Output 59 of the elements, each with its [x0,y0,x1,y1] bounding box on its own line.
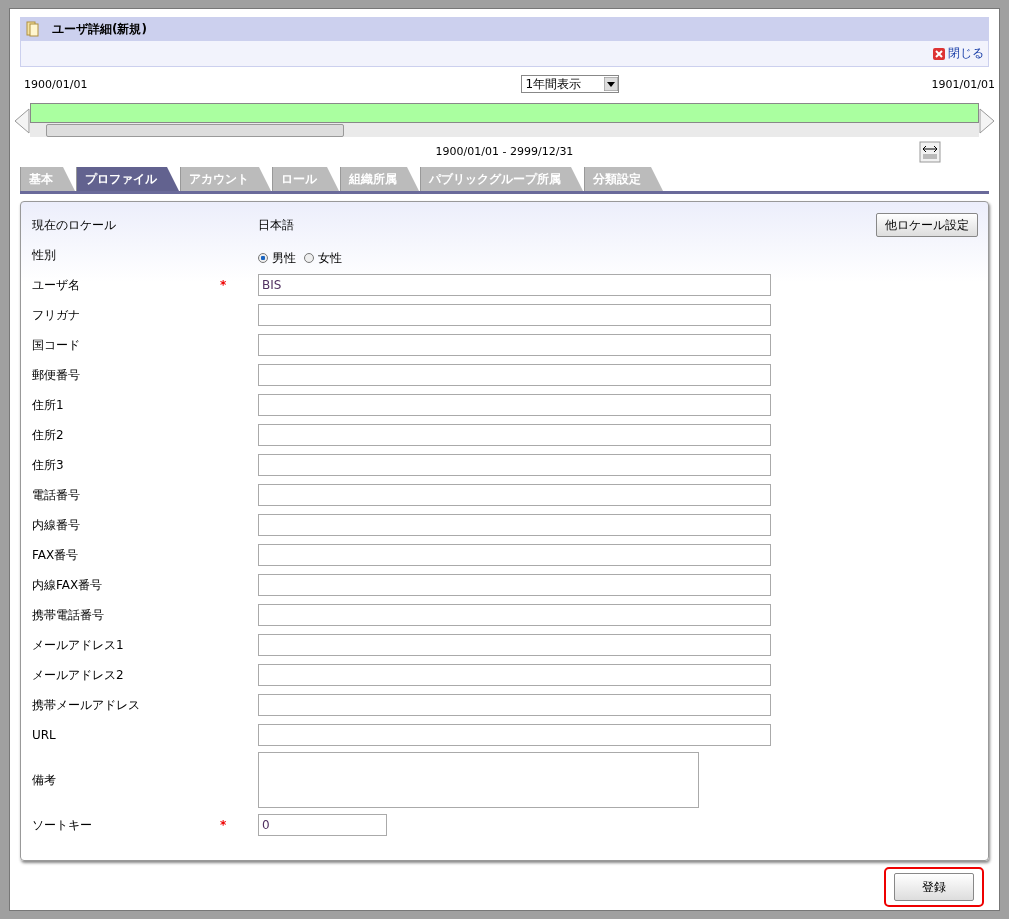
required-mark: * [220,278,227,292]
expand-icon[interactable] [919,141,941,163]
field-label: 備考 [32,771,57,789]
dropdown-arrow-icon[interactable] [603,77,618,91]
textarea-field[interactable] [258,752,699,808]
field-label: 国コード [32,336,81,354]
field-label: 内線番号 [32,516,81,534]
field-label: 携帯電話番号 [32,606,105,624]
register-button[interactable]: 登録 [894,873,974,901]
gender-radio[interactable]: 男性 [258,249,296,267]
input-field[interactable] [258,334,771,356]
start-date: 1900/01/01 [24,77,88,91]
required-mark: * [220,818,227,832]
input-field[interactable] [258,604,771,626]
input-field[interactable] [258,364,771,386]
field-label: 住所2 [32,426,65,444]
input-field[interactable] [258,484,771,506]
other-locale-button[interactable]: 他ロケール設定 [876,213,978,237]
field-label: URL [32,728,57,742]
input-field[interactable] [258,664,771,686]
gender-radio[interactable]: 女性 [304,249,342,267]
field-label: 住所3 [32,456,65,474]
close-link[interactable]: 閉じる [933,45,984,62]
input-field[interactable] [258,574,771,596]
field-label: 携帯メールアドレス [32,696,141,714]
field-label: 電話番号 [32,486,81,504]
input-field[interactable] [258,724,771,746]
field-label: メールアドレス2 [32,666,125,684]
range-dropdown[interactable]: 1年間表示 [520,75,619,93]
close-icon[interactable] [933,47,945,60]
input-field[interactable]: 0 [258,814,387,836]
end-date: 1901/01/01 [931,77,995,91]
scrollbar[interactable] [30,123,979,137]
field-label: 内線FAX番号 [32,576,104,594]
field-label: 住所1 [32,396,65,414]
field-label: ユーザ名 [32,276,81,294]
field-label: FAX番号 [32,546,80,564]
right-arrow-icon[interactable] [979,108,995,134]
input-field[interactable] [258,544,771,566]
locale-value: 日本語 [258,216,294,234]
input-field[interactable] [258,514,771,536]
window-title: ユーザ詳細(新規) [52,20,147,38]
left-arrow-icon[interactable] [14,108,30,134]
input-field[interactable] [258,424,771,446]
field-label: 郵便番号 [32,366,81,384]
tab[interactable]: プロファイル [76,167,179,191]
field-label: フリガナ [32,306,81,324]
field-label: 現在のロケール [32,216,117,234]
input-field[interactable]: BIS [258,274,771,296]
folder-icon [26,21,40,37]
input-field[interactable] [258,634,771,656]
input-field[interactable] [258,304,771,326]
input-field[interactable] [258,394,771,416]
field-label: メールアドレス1 [32,636,125,654]
date-range: 1900/01/01 - 2999/12/31 [435,145,574,158]
input-field[interactable] [258,454,771,476]
field-label: ソートキー [32,816,93,834]
input-field[interactable] [258,694,771,716]
field-label: 性別 [32,246,57,264]
